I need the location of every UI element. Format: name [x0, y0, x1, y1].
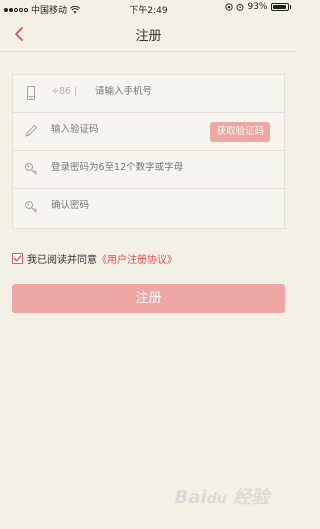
phone-input[interactable] — [95, 86, 245, 97]
alarm-icon — [237, 3, 244, 11]
agreement-link[interactable]: 《用户注册协议》 — [97, 251, 177, 266]
key-icon — [25, 163, 38, 175]
code-row: 获取验证码 — [13, 113, 284, 151]
checkmark-icon — [13, 255, 22, 261]
country-code[interactable]: +86 | — [51, 86, 77, 97]
page-title: 注册 — [135, 29, 162, 44]
confirm-password-input[interactable] — [51, 200, 201, 211]
phone-icon — [27, 86, 35, 100]
watermark-logo: Baidu 经验 — [174, 487, 269, 508]
verification-code-input[interactable] — [51, 124, 201, 135]
nav-bar: 注册 — [0, 16, 297, 52]
agreement-text: 我已阅读并同意 — [27, 254, 97, 266]
status-bar: 中国移动 下午2:49 93% — [0, 0, 297, 16]
get-code-button[interactable]: 获取验证码 — [210, 122, 270, 142]
agreement-checkbox[interactable] — [12, 252, 23, 264]
confirm-password-row — [13, 189, 284, 227]
phone-row: +86 | — [13, 75, 284, 113]
password-row — [13, 151, 284, 189]
agreement-row: 我已阅读并同意 《用户注册协议》 — [12, 251, 177, 266]
password-input[interactable] — [51, 162, 251, 173]
battery-percent: 93% — [247, 2, 268, 12]
status-right: 93% — [225, 2, 291, 12]
pencil-icon — [25, 125, 37, 137]
register-button[interactable]: 注册 — [12, 284, 285, 313]
rotation-lock-icon — [225, 3, 234, 11]
key-icon — [25, 201, 38, 213]
battery-icon — [270, 3, 289, 11]
registration-form: +86 | 获取验证码 — [12, 74, 285, 229]
